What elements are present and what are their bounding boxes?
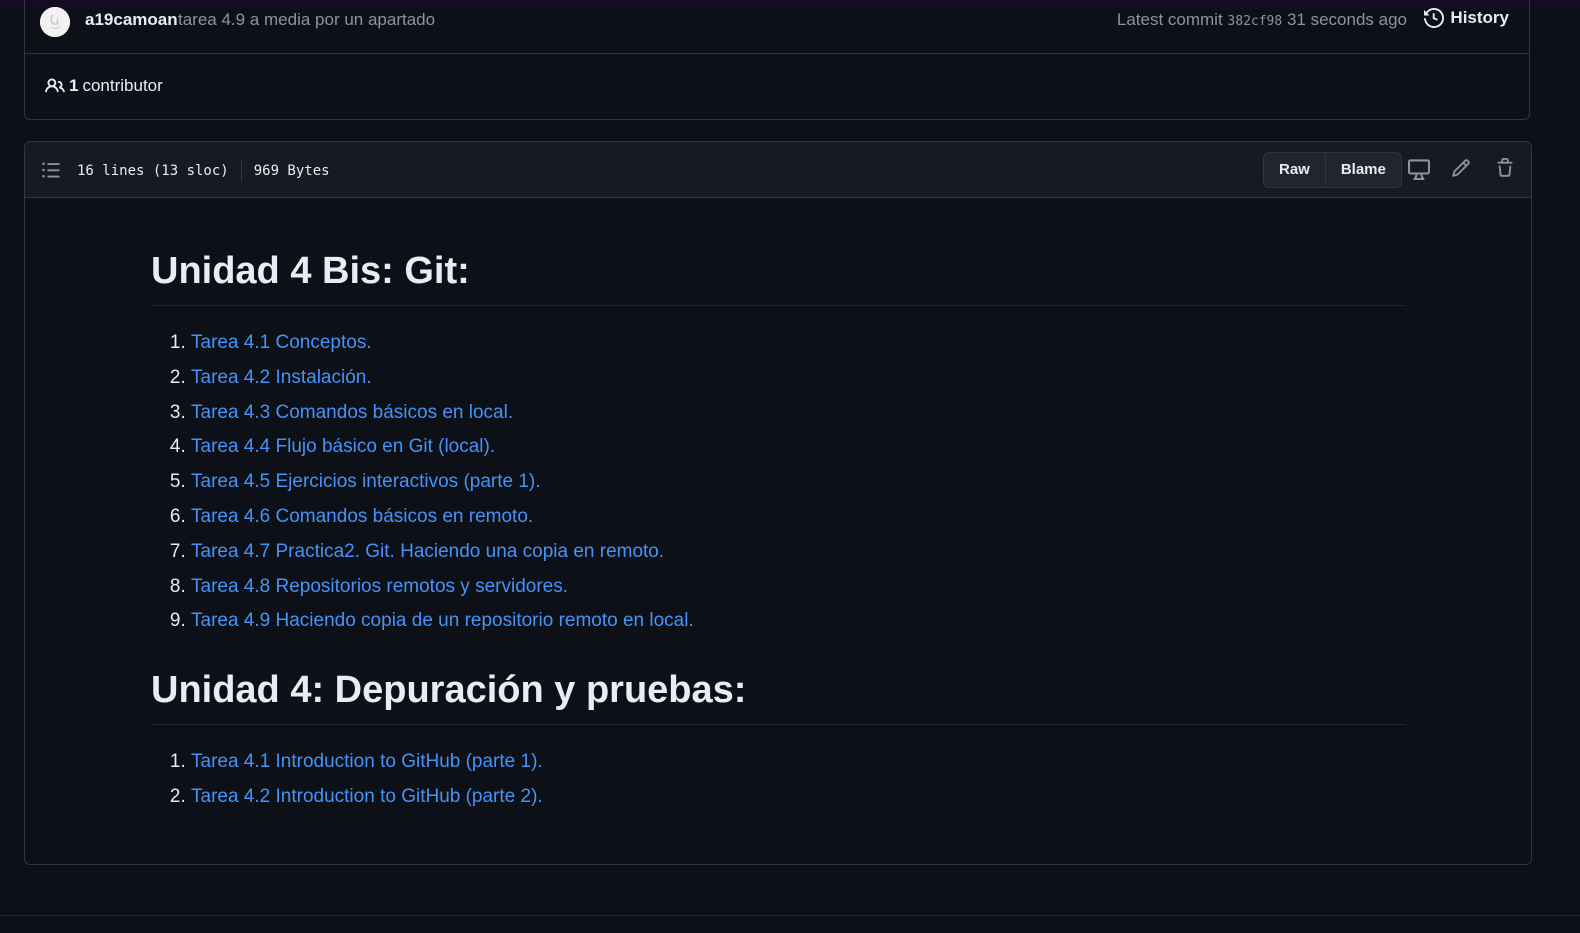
list-item: Tarea 4.6 Comandos básicos en remoto. xyxy=(191,500,1406,535)
footer-divider xyxy=(0,915,1580,916)
list-item: Tarea 4.1 Conceptos. xyxy=(191,326,1406,361)
list-item: Tarea 4.2 Introduction to GitHub (parte … xyxy=(191,780,1406,815)
list-item: Tarea 4.3 Comandos básicos en local. xyxy=(191,396,1406,431)
latest-commit-box: a19camoan tarea 4.9 a media por un apart… xyxy=(24,0,1530,120)
file-lines: 16 lines (13 sloc) xyxy=(77,163,229,179)
commit-time: 31 seconds ago xyxy=(1286,10,1407,29)
file-viewer: 16 lines (13 sloc) 969 Bytes Raw Blame U… xyxy=(24,141,1532,865)
task-list-git: Tarea 4.1 Conceptos. Tarea 4.2 Instalació… xyxy=(151,326,1406,639)
task-link[interactable]: Tarea 4.2 Instalación. xyxy=(191,367,372,388)
latest-commit-label: Latest commit xyxy=(1116,10,1223,29)
task-link[interactable]: Tarea 4.1 Introduction to GitHub (parte … xyxy=(191,751,543,772)
list-item: Tarea 4.1 Introduction to GitHub (parte … xyxy=(191,745,1406,780)
commit-sha-link[interactable]: 382cf98 xyxy=(1227,14,1282,29)
task-list-depuracion: Tarea 4.1 Introduction to GitHub (parte … xyxy=(151,745,1406,815)
divider xyxy=(240,160,242,182)
task-link[interactable]: Tarea 4.5 Ejercicios interactivos (parte… xyxy=(191,471,541,492)
task-link[interactable]: Tarea 4.1 Conceptos. xyxy=(191,332,372,353)
heading-unidad-4-bis: Unidad 4 Bis: Git: xyxy=(151,250,1406,306)
list-item: Tarea 4.7 Practica2. Git. Haciendo una c… xyxy=(191,535,1406,570)
commit-author-link[interactable]: a19camoan xyxy=(85,10,178,30)
list-item: Tarea 4.4 Flujo básico en Git (local). xyxy=(191,430,1406,465)
list-item: Tarea 4.2 Instalación. xyxy=(191,361,1406,396)
list-item: Tarea 4.9 Haciendo copia de un repositor… xyxy=(191,604,1406,639)
list-unordered-icon[interactable] xyxy=(41,160,61,185)
avatar[interactable] xyxy=(40,7,70,37)
raw-blame-group: Raw Blame xyxy=(1263,152,1402,188)
markdown-body: Unidad 4 Bis: Git: Tarea 4.1 Conceptos.T… xyxy=(151,198,1406,815)
contributors-label: contributor xyxy=(82,76,163,95)
task-link[interactable]: Tarea 4.7 Practica2. Git. Haciendo una c… xyxy=(191,541,664,562)
task-link[interactable]: Tarea 4.6 Comandos básicos en remoto. xyxy=(191,506,533,527)
list-item: Tarea 4.5 Ejercicios interactivos (parte… xyxy=(191,465,1406,500)
file-size: 969 Bytes xyxy=(253,163,330,179)
pencil-icon[interactable] xyxy=(1451,158,1471,183)
commit-meta: Latest commit 382cf98 31 seconds ago xyxy=(1117,10,1407,30)
commit-row: a19camoan tarea 4.9 a media por un apart… xyxy=(25,0,1529,54)
raw-button[interactable]: Raw xyxy=(1264,153,1325,187)
blame-button[interactable]: Blame xyxy=(1324,153,1401,187)
file-header: 16 lines (13 sloc) 969 Bytes Raw Blame xyxy=(25,142,1531,198)
task-link[interactable]: Tarea 4.9 Haciendo copia de un repositor… xyxy=(191,610,694,631)
contributors-count: 1 xyxy=(69,76,79,95)
history-link[interactable]: History xyxy=(1424,8,1509,28)
heading-unidad-4: Unidad 4: Depuración y pruebas: xyxy=(151,669,1406,726)
task-link[interactable]: Tarea 4.3 Comandos básicos en local. xyxy=(191,402,513,423)
task-link[interactable]: Tarea 4.4 Flujo básico en Git (local). xyxy=(191,436,495,457)
task-link[interactable]: Tarea 4.2 Introduction to GitHub (parte … xyxy=(191,786,543,807)
trash-icon[interactable] xyxy=(1495,158,1515,183)
commit-message-link[interactable]: tarea 4.9 a media por un apartado xyxy=(178,10,435,30)
list-item: Tarea 4.8 Repositorios remotos y servido… xyxy=(191,570,1406,605)
history-label: History xyxy=(1450,8,1509,27)
people-icon xyxy=(45,78,65,93)
contributors-link[interactable]: 1 contributor xyxy=(45,76,163,96)
desktop-icon[interactable] xyxy=(1408,158,1430,185)
history-icon xyxy=(1424,8,1445,28)
file-info: 16 lines (13 sloc) 969 Bytes xyxy=(77,160,330,182)
task-link[interactable]: Tarea 4.8 Repositorios remotos y servido… xyxy=(191,576,568,597)
